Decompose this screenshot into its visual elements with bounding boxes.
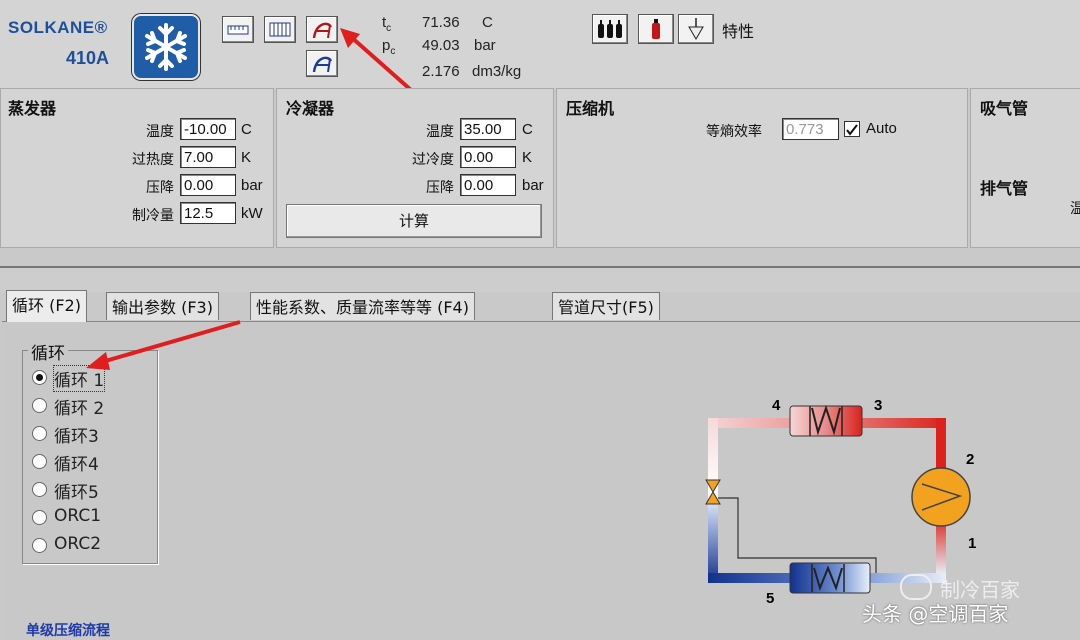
cut-off-text: 温	[1070, 201, 1080, 217]
evaporator-3-label: 制冷量	[132, 208, 174, 224]
compressor-icon	[911, 467, 971, 527]
compressor-panel	[556, 88, 968, 248]
tab-pipe-size[interactable]: 管道尺寸(F5)	[552, 292, 660, 320]
refrigerant-name: 410A	[66, 48, 110, 68]
compressor-title: 压缩机	[566, 99, 615, 118]
brand-name: SOLKANE®	[8, 18, 108, 37]
evaporator-1-label: 过热度	[132, 152, 174, 168]
pc-value: 49.03	[422, 37, 460, 54]
evaporator-0-unit: C	[241, 121, 252, 138]
condenser-1-unit: K	[522, 149, 533, 166]
isentropic-efficiency-field[interactable]: 0.773	[782, 118, 839, 140]
cycle-option-label[interactable]: ORC2	[54, 534, 101, 554]
evaporator-1-unit: K	[241, 149, 252, 166]
tab-cycle[interactable]: 循环 (F2)	[6, 290, 87, 322]
annotation-arrow-icon	[86, 320, 241, 370]
cycle-radio-1[interactable]	[32, 398, 47, 413]
evaporator-1-field[interactable]: 7.00	[180, 146, 236, 168]
cycle-option-label[interactable]: 循环3	[54, 422, 99, 447]
wechat-icon	[900, 574, 932, 600]
cycle-radio-2[interactable]	[32, 426, 47, 441]
condenser-1-field[interactable]: 0.00	[460, 146, 516, 168]
condenser-2-label: 压降	[426, 180, 454, 196]
tc-unit: C	[482, 14, 493, 31]
tab-output-params[interactable]: 输出参数 (F3)	[106, 292, 219, 320]
cycle-option-label[interactable]: ORC1	[54, 506, 101, 526]
tc-value: 71.36	[422, 14, 460, 31]
cycle-radio-4[interactable]	[32, 482, 47, 497]
condenser-2-unit: bar	[522, 177, 544, 194]
evaporator-3-field[interactable]: 12.5	[180, 202, 236, 224]
evaporator-2-label: 压降	[146, 180, 174, 196]
watermark-line2: 头条 @空调百家	[862, 602, 1009, 626]
table-tool-button[interactable]	[264, 16, 296, 43]
pc-sub: c	[390, 46, 396, 57]
evaporator-2-field[interactable]: 0.00	[180, 174, 236, 196]
valve-button[interactable]	[678, 14, 714, 44]
cycle-option-label[interactable]: 循环5	[54, 478, 99, 503]
condenser-0-field[interactable]: 35.00	[460, 118, 516, 140]
pc-unit: bar	[474, 37, 496, 54]
characteristic-label: 特性	[722, 22, 755, 41]
condenser-2-field[interactable]: 0.00	[460, 174, 516, 196]
snowflake-icon	[132, 14, 200, 80]
evaporator-title: 蒸发器	[8, 99, 57, 118]
suction-pipe-title: 吸气管	[980, 99, 1029, 118]
cycle-radio-6[interactable]	[32, 538, 47, 553]
evaporator-block	[789, 562, 871, 594]
auto-checkbox[interactable]	[844, 121, 860, 137]
calculate-button[interactable]: 计算	[286, 204, 542, 238]
condenser-0-label: 温度	[426, 124, 454, 140]
cycle-option-label[interactable]: 循环4	[54, 450, 99, 475]
cylinders-button[interactable]	[592, 14, 628, 44]
cycle-radio-5[interactable]	[32, 510, 47, 525]
cycle-option-label[interactable]: 循环 2	[54, 394, 104, 419]
condenser-title: 冷凝器	[286, 99, 335, 118]
isentropic-efficiency-label: 等熵效率	[706, 124, 762, 140]
cycle-radio-0[interactable]	[32, 370, 47, 385]
cycle-radio-3[interactable]	[32, 454, 47, 469]
point-label-2: 2	[966, 451, 974, 468]
toolbar: SOLKANE® 410A tc 71.36 C pc 49.03 bar 2.…	[0, 0, 1080, 100]
tc-sub: c	[386, 23, 392, 34]
point-label-1: 1	[968, 535, 976, 552]
evaporator-3-unit: kW	[241, 205, 263, 222]
cycle-group-title: 循环	[28, 339, 68, 364]
ruler-tool-button[interactable]	[222, 16, 254, 43]
discharge-pipe-title: 排气管	[980, 179, 1029, 198]
evaporator-0-field[interactable]: -10.00	[180, 118, 236, 140]
tab-performance[interactable]: 性能系数、质量流率等等 (F4)	[250, 292, 475, 320]
evaporator-2-unit: bar	[241, 177, 263, 194]
point-label-4: 4	[772, 397, 781, 414]
point-label-3: 3	[874, 397, 882, 414]
evaporator-0-label: 温度	[146, 124, 174, 140]
auto-label: Auto	[866, 120, 897, 137]
condenser-1-label: 过冷度	[412, 152, 454, 168]
splitter[interactable]	[0, 250, 1080, 266]
process-caption: 单级压缩流程	[26, 623, 110, 639]
specific-volume-value: 2.176	[422, 63, 460, 80]
specific-volume-unit: dm3/kg	[472, 63, 522, 80]
cylinder-red-button[interactable]	[638, 14, 674, 44]
condenser-0-unit: C	[522, 121, 533, 138]
point-label-5: 5	[766, 590, 774, 607]
